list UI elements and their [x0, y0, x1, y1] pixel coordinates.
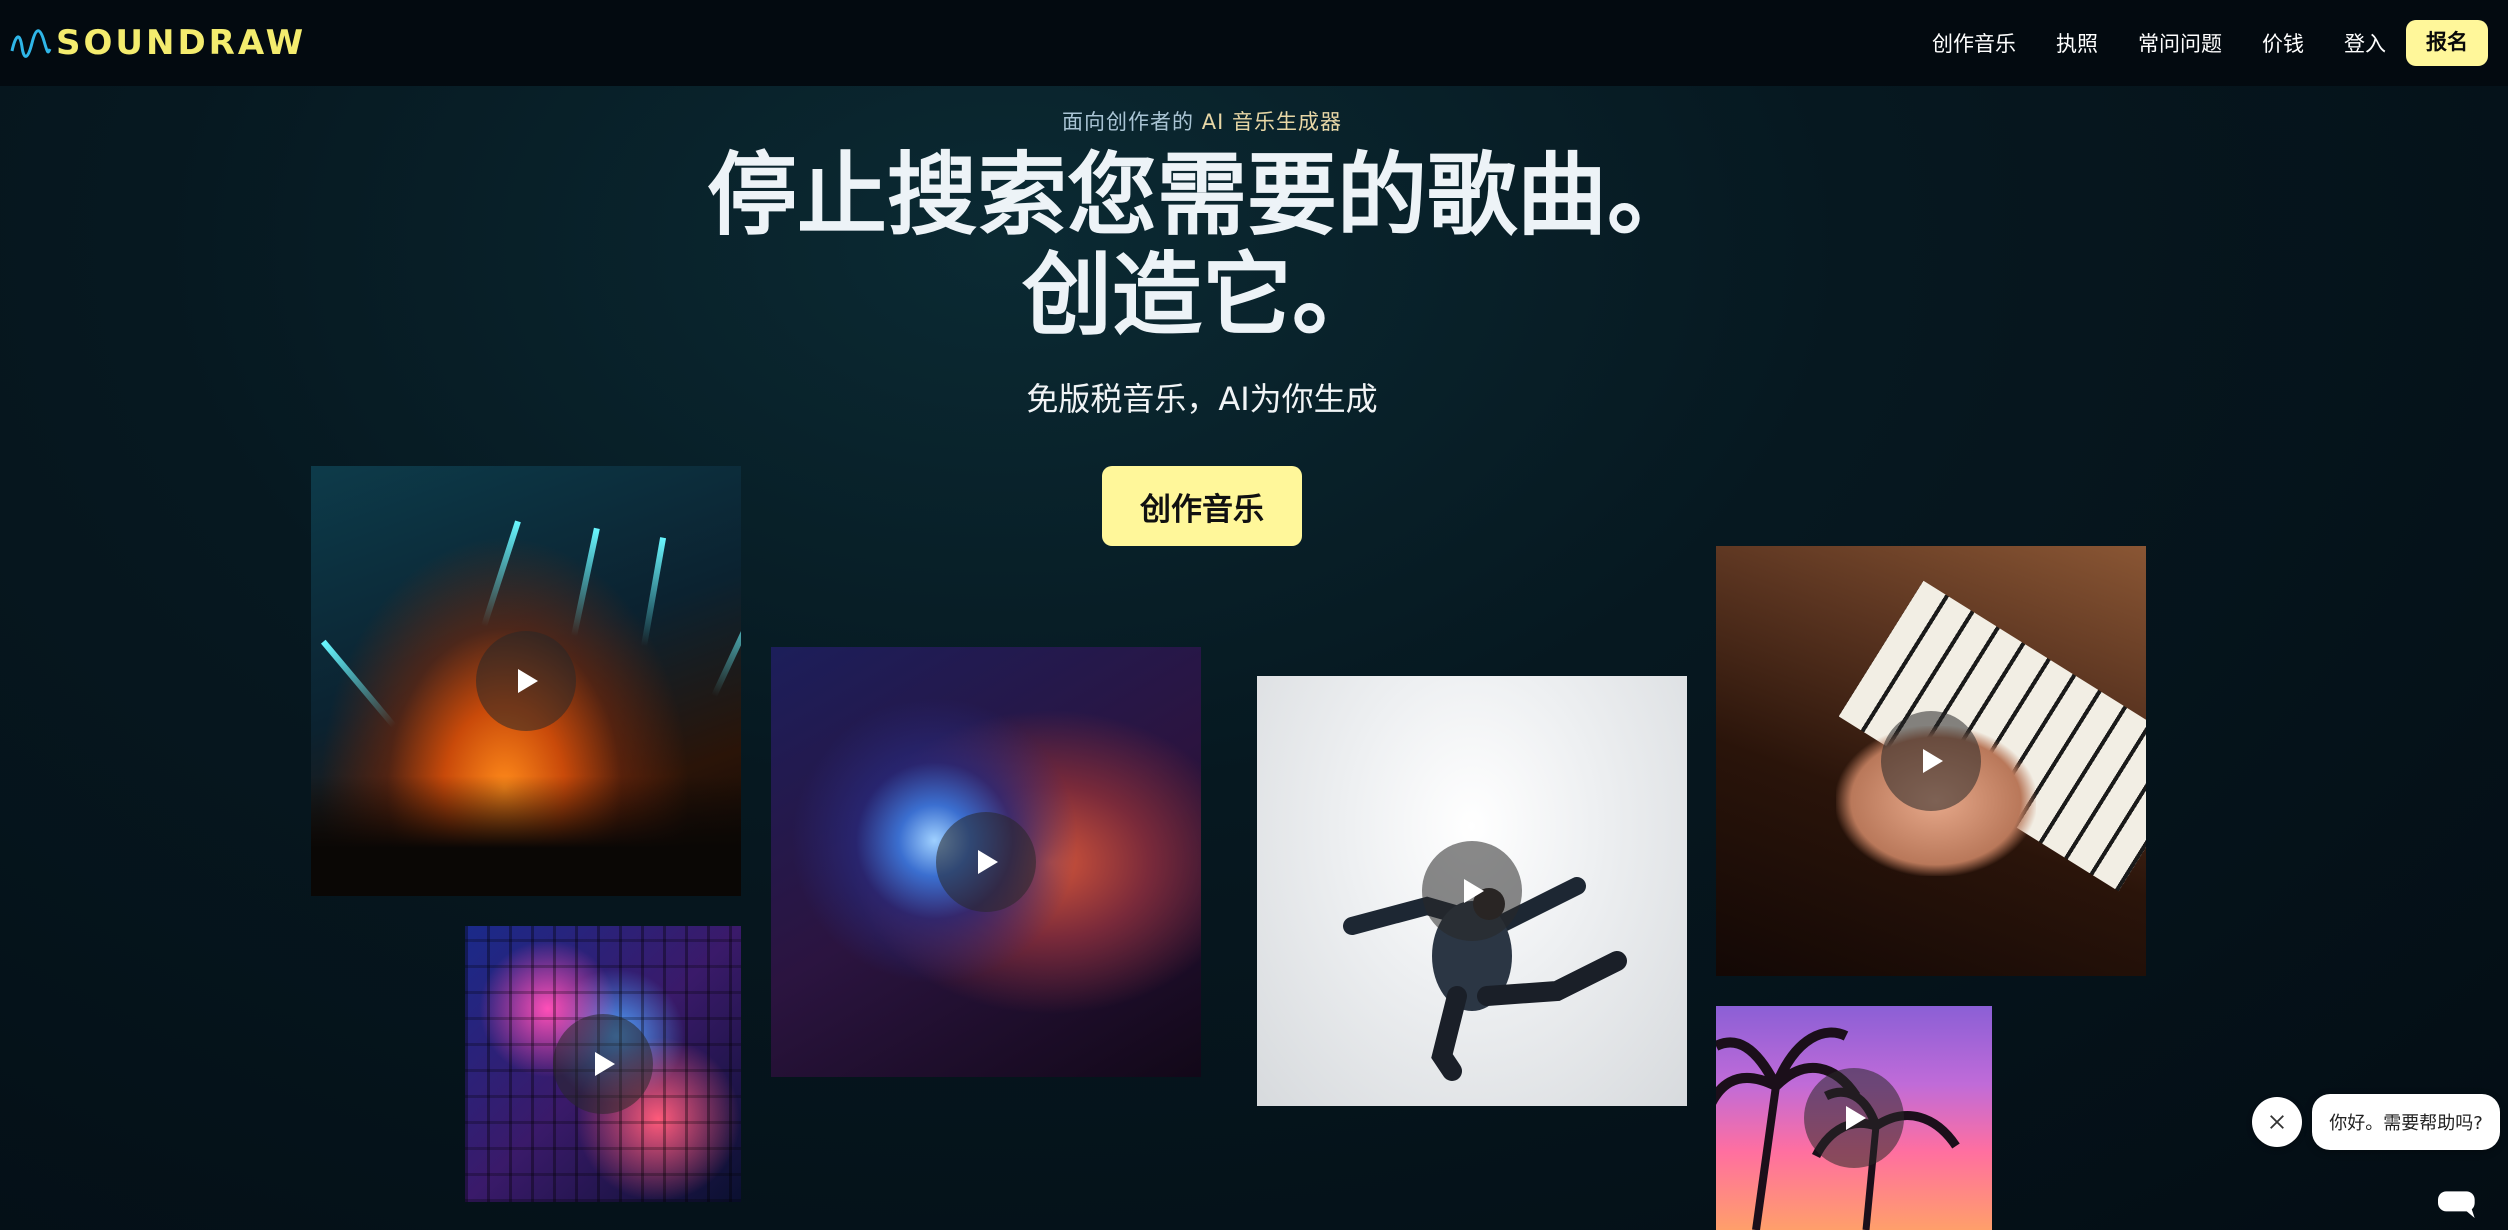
- nav-pricing[interactable]: 价钱: [2262, 28, 2304, 58]
- nav-faq[interactable]: 常问问题: [2138, 28, 2222, 58]
- play-icon[interactable]: [936, 812, 1036, 912]
- hero-subtitle: 免版税音乐，AI为你生成: [1026, 380, 1378, 418]
- media-tile-city[interactable]: [465, 926, 741, 1202]
- create-music-button[interactable]: 创作音乐: [1102, 466, 1302, 546]
- nav-login[interactable]: 登入: [2344, 28, 2386, 58]
- eyebrow-prefix: 面向创作者的: [1062, 110, 1195, 134]
- nav-license[interactable]: 执照: [2056, 28, 2098, 58]
- play-icon[interactable]: [476, 631, 576, 731]
- crowd-silhouette: [311, 776, 741, 896]
- hero-eyebrow: 面向创作者的 AI 音乐生成器: [0, 106, 2404, 136]
- play-icon[interactable]: [1804, 1068, 1904, 1168]
- chat-launcher-button[interactable]: [2428, 1176, 2488, 1230]
- media-tile-dancer[interactable]: [1257, 676, 1687, 1106]
- play-icon[interactable]: [1881, 711, 1981, 811]
- brand-name: SOUNDRAW: [56, 23, 307, 63]
- chat-close-button[interactable]: [2252, 1097, 2302, 1147]
- chat-icon: [2438, 1191, 2475, 1218]
- media-tile-palms[interactable]: [1716, 1006, 1992, 1230]
- hero-title-line2: 创造它。: [1022, 243, 1382, 348]
- media-tile-piano[interactable]: [1716, 546, 2146, 976]
- soundwave-logo-icon: [10, 29, 52, 58]
- chat-greeting-bubble[interactable]: 你好。需要帮助吗?: [2312, 1094, 2500, 1150]
- media-tile-disco[interactable]: [771, 647, 1201, 1077]
- hero-title: 停止搜索您需要的歌曲。 创造它。: [0, 146, 2404, 346]
- top-header: SOUNDRAW 创作音乐 执照 常问问题 价钱 登入 报名: [0, 0, 2508, 86]
- main-nav: 创作音乐 执照 常问问题 价钱 登入 报名: [1932, 0, 2508, 86]
- logo[interactable]: SOUNDRAW: [10, 20, 306, 66]
- play-icon[interactable]: [1422, 841, 1522, 941]
- hero-title-line1: 停止搜索您需要的歌曲。: [707, 143, 1697, 248]
- media-tile-concert[interactable]: [311, 466, 741, 896]
- play-icon[interactable]: [553, 1014, 653, 1114]
- signup-button[interactable]: 报名: [2406, 20, 2488, 66]
- close-icon: [2270, 1115, 2284, 1129]
- nav-create-music[interactable]: 创作音乐: [1932, 28, 2016, 58]
- eyebrow-accent: AI 音乐生成器: [1201, 110, 1342, 134]
